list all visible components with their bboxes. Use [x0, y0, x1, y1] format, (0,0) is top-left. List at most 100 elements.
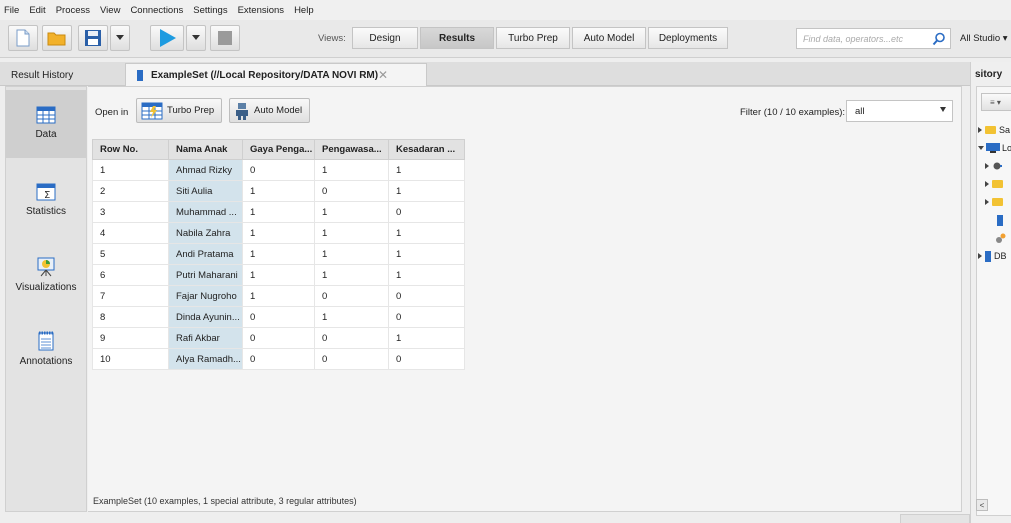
sidebar-item-label: Annotations	[19, 356, 73, 367]
table-row[interactable]: 8 Dinda Ayunin... 0 1 0	[92, 306, 465, 328]
filter-label: Filter (10 / 10 examples):	[740, 107, 846, 118]
repository-title: sitory	[975, 69, 1003, 80]
table-cell: Ahmad Rizky	[168, 159, 243, 181]
save-process-button[interactable]	[78, 25, 108, 51]
tree-item-label: Sa	[999, 125, 1011, 135]
table-row[interactable]: 2 Siti Aulia 1 0 1	[92, 180, 465, 202]
search-input[interactable]: Find data, operators...etc	[796, 28, 951, 49]
table-cell: 0	[314, 327, 389, 349]
table-cell: 0	[242, 159, 315, 181]
table-cell: Dinda Ayunin...	[168, 306, 243, 328]
table-row[interactable]: 5 Andi Pratama 1 1 1	[92, 243, 465, 265]
table-cell: Siti Aulia	[168, 180, 243, 202]
view-results-button[interactable]: Results	[420, 27, 494, 49]
open-in-label: Open in	[95, 107, 129, 118]
menu-view[interactable]: View	[100, 5, 120, 16]
open-in-auto-model-button[interactable]: Auto Model	[229, 98, 311, 123]
table-cell: Andi Pratama	[168, 243, 243, 265]
close-icon[interactable]: ✕	[378, 68, 388, 82]
search-placeholder: Find data, operators...etc	[803, 33, 904, 44]
stop-icon	[218, 31, 232, 45]
table-row[interactable]: 10 Alya Ramadh... 0 0 0	[92, 348, 465, 370]
table-row[interactable]: 6 Putri Maharani 1 1 1	[92, 264, 465, 286]
table-cell: 0	[388, 201, 465, 223]
open-in-turbo-prep-button[interactable]: Turbo Prep	[136, 98, 223, 123]
view-auto-model-button[interactable]: Auto Model	[572, 27, 646, 49]
main-toolbar: Views: Design Results Turbo Prep Auto Mo…	[0, 20, 1011, 58]
sidebar-item-annotations[interactable]: Annotations	[6, 315, 86, 383]
column-header[interactable]: Pengawasa...	[314, 139, 389, 160]
sidebar-item-label: Visualizations	[15, 282, 77, 293]
table-cell: 0	[314, 180, 389, 202]
table-row[interactable]: 9 Rafi Akbar 0 0 1	[92, 327, 465, 349]
view-turbo-prep-button[interactable]: Turbo Prep	[496, 27, 570, 49]
chevron-right-icon[interactable]	[985, 163, 989, 169]
tab-exampleset[interactable]: ExampleSet (//Local Repository/DATA NOVI…	[125, 63, 427, 87]
table-row[interactable]: 7 Fajar Nugroho 1 0 0	[92, 285, 465, 307]
new-process-button[interactable]	[8, 25, 38, 51]
table-cell: 3	[92, 201, 169, 223]
menu-edit[interactable]: Edit	[29, 5, 45, 16]
table-cell: 9	[92, 327, 169, 349]
chevron-right-icon[interactable]	[985, 199, 989, 205]
table-cell: 1	[388, 264, 465, 286]
statistics-icon: Σ	[36, 183, 56, 201]
tree-item-samples[interactable]: Sa	[978, 123, 1010, 137]
sidebar-item-statistics[interactable]: Σ Statistics	[6, 167, 86, 235]
menu-process[interactable]: Process	[56, 5, 90, 16]
table-cell: 10	[92, 348, 169, 370]
column-header[interactable]: Row No.	[92, 139, 169, 160]
tree-item-process[interactable]	[995, 231, 1006, 245]
repository-tree: ≡ ▾ Sa Loc	[976, 86, 1011, 516]
filter-select[interactable]: all	[846, 100, 953, 122]
open-process-button[interactable]	[42, 25, 72, 51]
run-process-button[interactable]	[150, 25, 184, 51]
menu-connections[interactable]: Connections	[130, 5, 183, 16]
table-row[interactable]: 4 Nabila Zahra 1 1 1	[92, 222, 465, 244]
status-bar-segment	[900, 514, 970, 523]
example-set-table: Row No. Nama Anak Gaya Penga... Pengawas…	[92, 139, 465, 370]
folder-icon	[992, 180, 1003, 188]
table-row[interactable]: 1 Ahmad Rizky 0 1 1	[92, 159, 465, 181]
table-cell: 1	[314, 306, 389, 328]
chevron-right-icon[interactable]	[978, 253, 982, 259]
table-cell: 7	[92, 285, 169, 307]
tree-item-folder[interactable]	[985, 195, 1003, 209]
tree-item-connections[interactable]	[985, 159, 1002, 173]
table-cell: 0	[314, 285, 389, 307]
scroll-left-button[interactable]: <	[976, 499, 988, 511]
menu-bar: File Edit Process View Connections Setti…	[0, 0, 1011, 20]
table-cell: 0	[314, 348, 389, 370]
menu-extensions[interactable]: Extensions	[238, 5, 284, 16]
chevron-right-icon[interactable]	[978, 127, 982, 133]
tree-item-local-repository[interactable]: Loc	[978, 141, 1011, 155]
view-deployments-button[interactable]: Deployments	[648, 27, 728, 49]
menu-file[interactable]: File	[4, 5, 19, 16]
sidebar-item-visualizations[interactable]: Visualizations	[6, 241, 86, 309]
tree-item-folder[interactable]	[985, 177, 1003, 191]
table-cell: 5	[92, 243, 169, 265]
run-dropdown-button[interactable]	[186, 25, 206, 51]
menu-help[interactable]: Help	[294, 5, 314, 16]
chevron-right-icon[interactable]	[985, 181, 989, 187]
sidebar-item-data[interactable]: Data	[6, 90, 86, 158]
view-design-button[interactable]: Design	[352, 27, 418, 49]
save-dropdown-button[interactable]	[110, 25, 130, 51]
process-icon	[996, 233, 1006, 243]
repository-menu-button[interactable]: ≡ ▾	[981, 93, 1011, 111]
column-header[interactable]: Gaya Penga...	[242, 139, 315, 160]
chevron-down-icon[interactable]	[978, 146, 984, 150]
column-header[interactable]: Nama Anak	[168, 139, 243, 160]
table-row[interactable]: 3 Muhammad ... 1 1 0	[92, 201, 465, 223]
table-cell: Alya Ramadh...	[168, 348, 243, 370]
tree-item-data[interactable]	[997, 213, 1003, 227]
search-icon[interactable]	[932, 32, 946, 46]
tab-result-history[interactable]: Result History	[4, 64, 122, 86]
stop-process-button[interactable]	[210, 25, 240, 51]
studio-scope-select[interactable]: All Studio ▾	[960, 33, 1008, 44]
menu-settings[interactable]: Settings	[193, 5, 227, 16]
tree-item-db[interactable]: DB	[978, 249, 1007, 263]
column-header[interactable]: Kesadaran ...	[388, 139, 465, 160]
table-cell: 1	[242, 201, 315, 223]
new-document-icon	[16, 29, 30, 47]
